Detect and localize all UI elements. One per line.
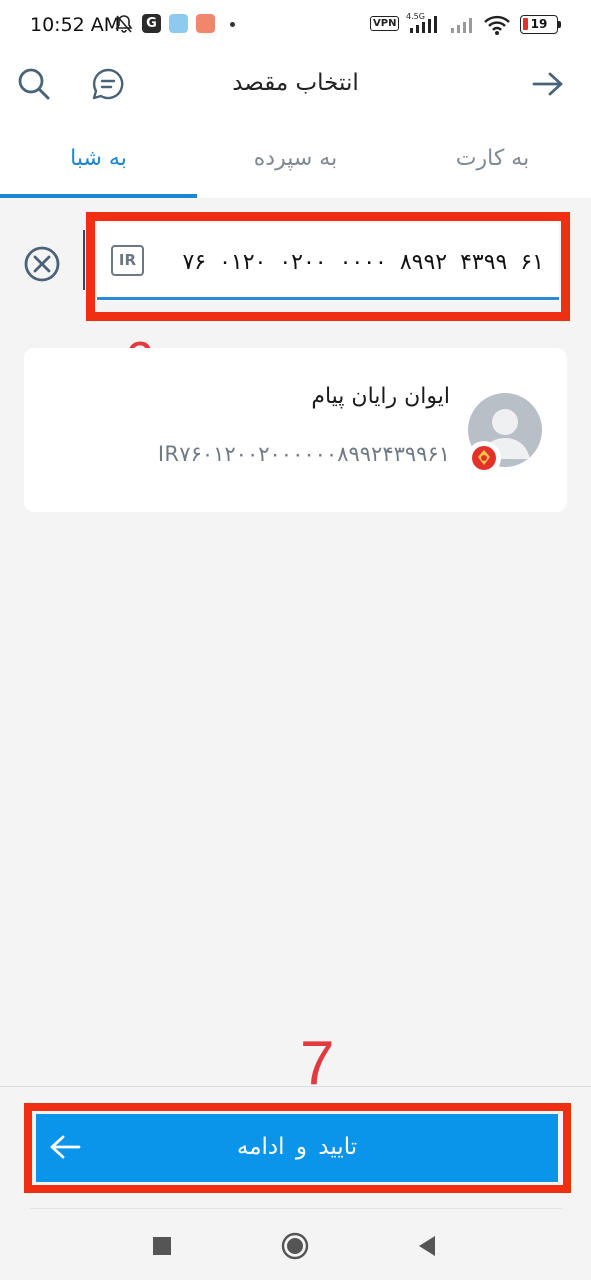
dot-icon <box>230 22 235 27</box>
tab-to-sheba[interactable]: به شبا <box>0 146 197 171</box>
podcast-app-icon <box>196 14 215 33</box>
tab-to-deposit[interactable]: به سپرده <box>197 146 394 171</box>
system-back-button[interactable] <box>409 1228 445 1264</box>
highlight-box-input <box>86 212 570 321</box>
g-app-icon: G <box>142 14 161 33</box>
highlight-box-button <box>24 1103 571 1193</box>
home-icon <box>281 1232 309 1260</box>
clear-button[interactable] <box>22 244 62 284</box>
search-button[interactable] <box>14 64 54 104</box>
home-button[interactable] <box>277 1228 313 1264</box>
tab-to-card[interactable]: به کارت <box>394 146 591 171</box>
active-tab-indicator <box>0 194 197 198</box>
signal-icon <box>406 14 444 38</box>
input-divider <box>83 230 85 290</box>
chat-button[interactable] <box>88 64 128 104</box>
back-icon <box>419 1236 435 1256</box>
bell-off-icon <box>114 14 134 38</box>
account-holder-name: ایوان رایان پیام <box>311 384 450 409</box>
bank-logo-icon <box>467 441 501 475</box>
battery-level: 19 <box>530 17 548 31</box>
signal-icon <box>450 14 478 38</box>
chat-icon <box>92 68 124 100</box>
divider <box>30 1208 562 1209</box>
recents-icon <box>153 1237 171 1255</box>
recents-button[interactable] <box>144 1228 180 1264</box>
status-bar: 10:52 AM G VPN 4.5G 19 <box>0 0 591 42</box>
wifi-icon <box>483 14 511 40</box>
account-iban: IR۷۶۰۱۲۰۰۲۰۰۰۰۰۰۸۹۹۲۴۳۹۹۶۱ <box>157 442 450 466</box>
app-icon <box>169 14 188 33</box>
battery-tip <box>558 21 561 28</box>
vpn-badge: VPN <box>370 16 400 31</box>
status-time: 10:52 AM <box>30 14 121 36</box>
clear-circle-icon <box>24 246 60 282</box>
search-icon <box>18 68 50 100</box>
battery-icon: 19 <box>520 15 558 34</box>
